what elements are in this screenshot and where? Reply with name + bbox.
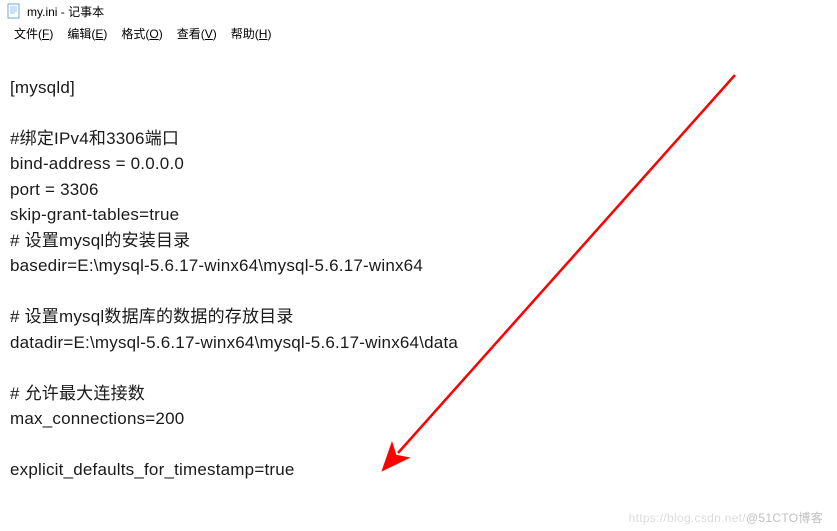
text-line: max_connections=200 [10,409,184,428]
menu-file[interactable]: 文件(F) [10,24,57,43]
watermark-author: @51CTO博客 [746,511,823,525]
text-line: # 允许最大连接数 [10,384,145,403]
text-line: bind-address = 0.0.0.0 [10,154,184,173]
text-line: basedir=E:\mysql-5.6.17-winx64\mysql-5.6… [10,256,423,275]
text-line: # 设置mysql的安装目录 [10,231,190,250]
menu-edit[interactable]: 编辑(E) [63,24,111,43]
menu-help[interactable]: 帮助(H) [227,24,276,43]
text-line: skip-grant-tables=true [10,205,179,224]
text-line: port = 3306 [10,180,99,199]
text-line: #绑定IPv4和3306端口 [10,129,179,148]
notepad-icon [6,3,22,19]
title-bar: my.ini - 记事本 [0,0,837,22]
watermark-url: https://blog.csdn.net/ [629,511,746,525]
menu-bar: 文件(F) 编辑(E) 格式(O) 查看(V) 帮助(H) [0,22,837,47]
text-line: datadir=E:\mysql-5.6.17-winx64\mysql-5.6… [10,333,458,352]
text-line: [mysqld] [10,78,75,97]
window-title: my.ini - 记事本 [27,3,104,20]
text-line: explicit_defaults_for_timestamp=true [10,460,295,479]
text-line: # 设置mysql数据库的数据的存放目录 [10,307,294,326]
watermark: https://blog.csdn.net/@51CTO博客 [629,509,823,526]
editor-content[interactable]: [mysqld] #绑定IPv4和3306端口 bind-address = 0… [0,47,837,489]
menu-view[interactable]: 查看(V) [173,24,221,43]
menu-format[interactable]: 格式(O) [117,24,166,43]
